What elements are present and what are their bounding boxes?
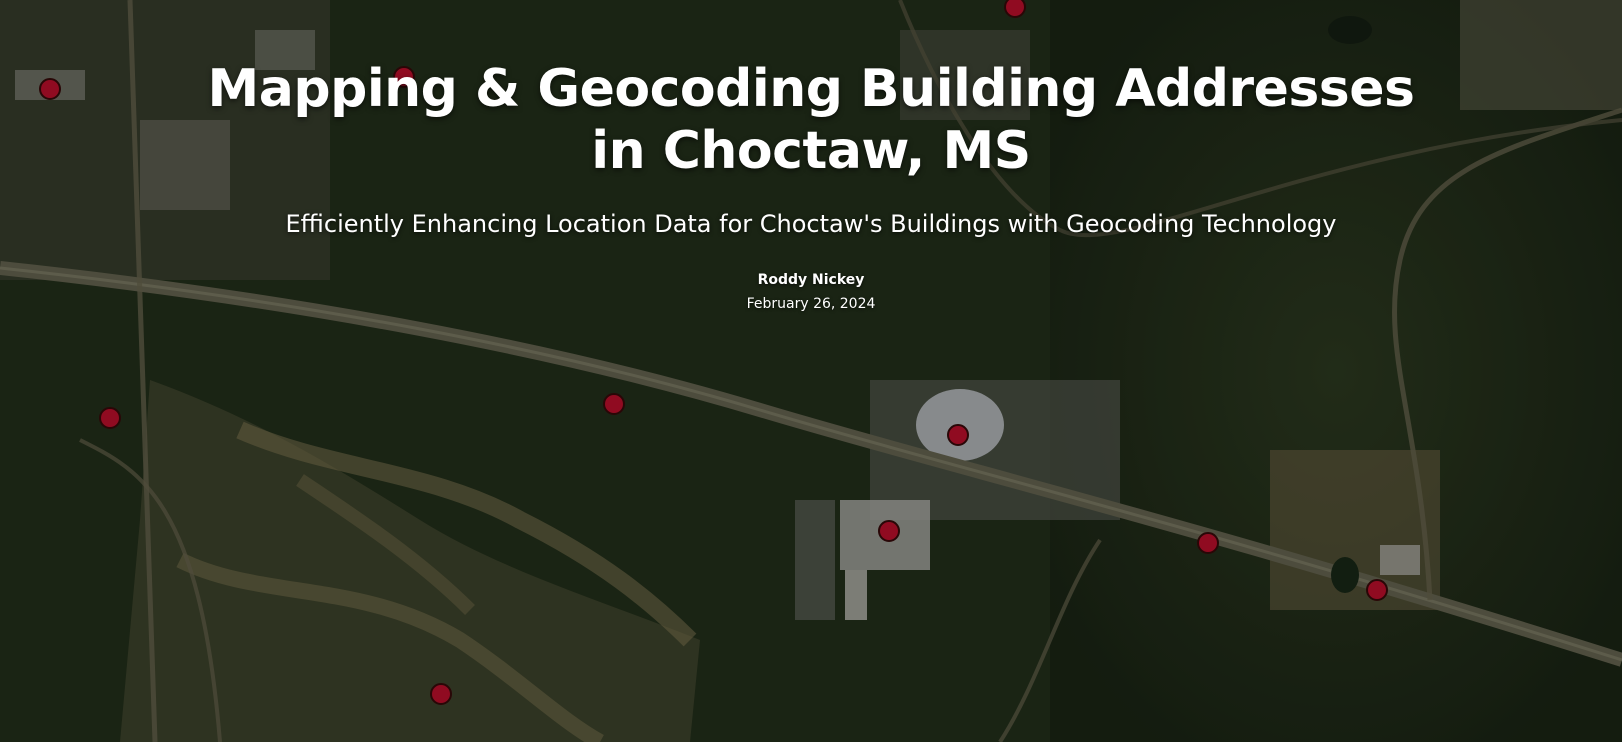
author-name: Roddy Nickey	[757, 272, 865, 288]
cover-text: Mapping & Geocoding Building Addresses i…	[0, 58, 1622, 312]
byline: Roddy Nickey February 26, 2024	[0, 272, 1622, 312]
page-subtitle: Efficiently Enhancing Location Data for …	[285, 210, 1337, 238]
story-cover: Mapping & Geocoding Building Addresses i…	[0, 0, 1622, 742]
page-title: Mapping & Geocoding Building Addresses i…	[207, 59, 1415, 181]
publish-date: February 26, 2024	[746, 296, 876, 312]
